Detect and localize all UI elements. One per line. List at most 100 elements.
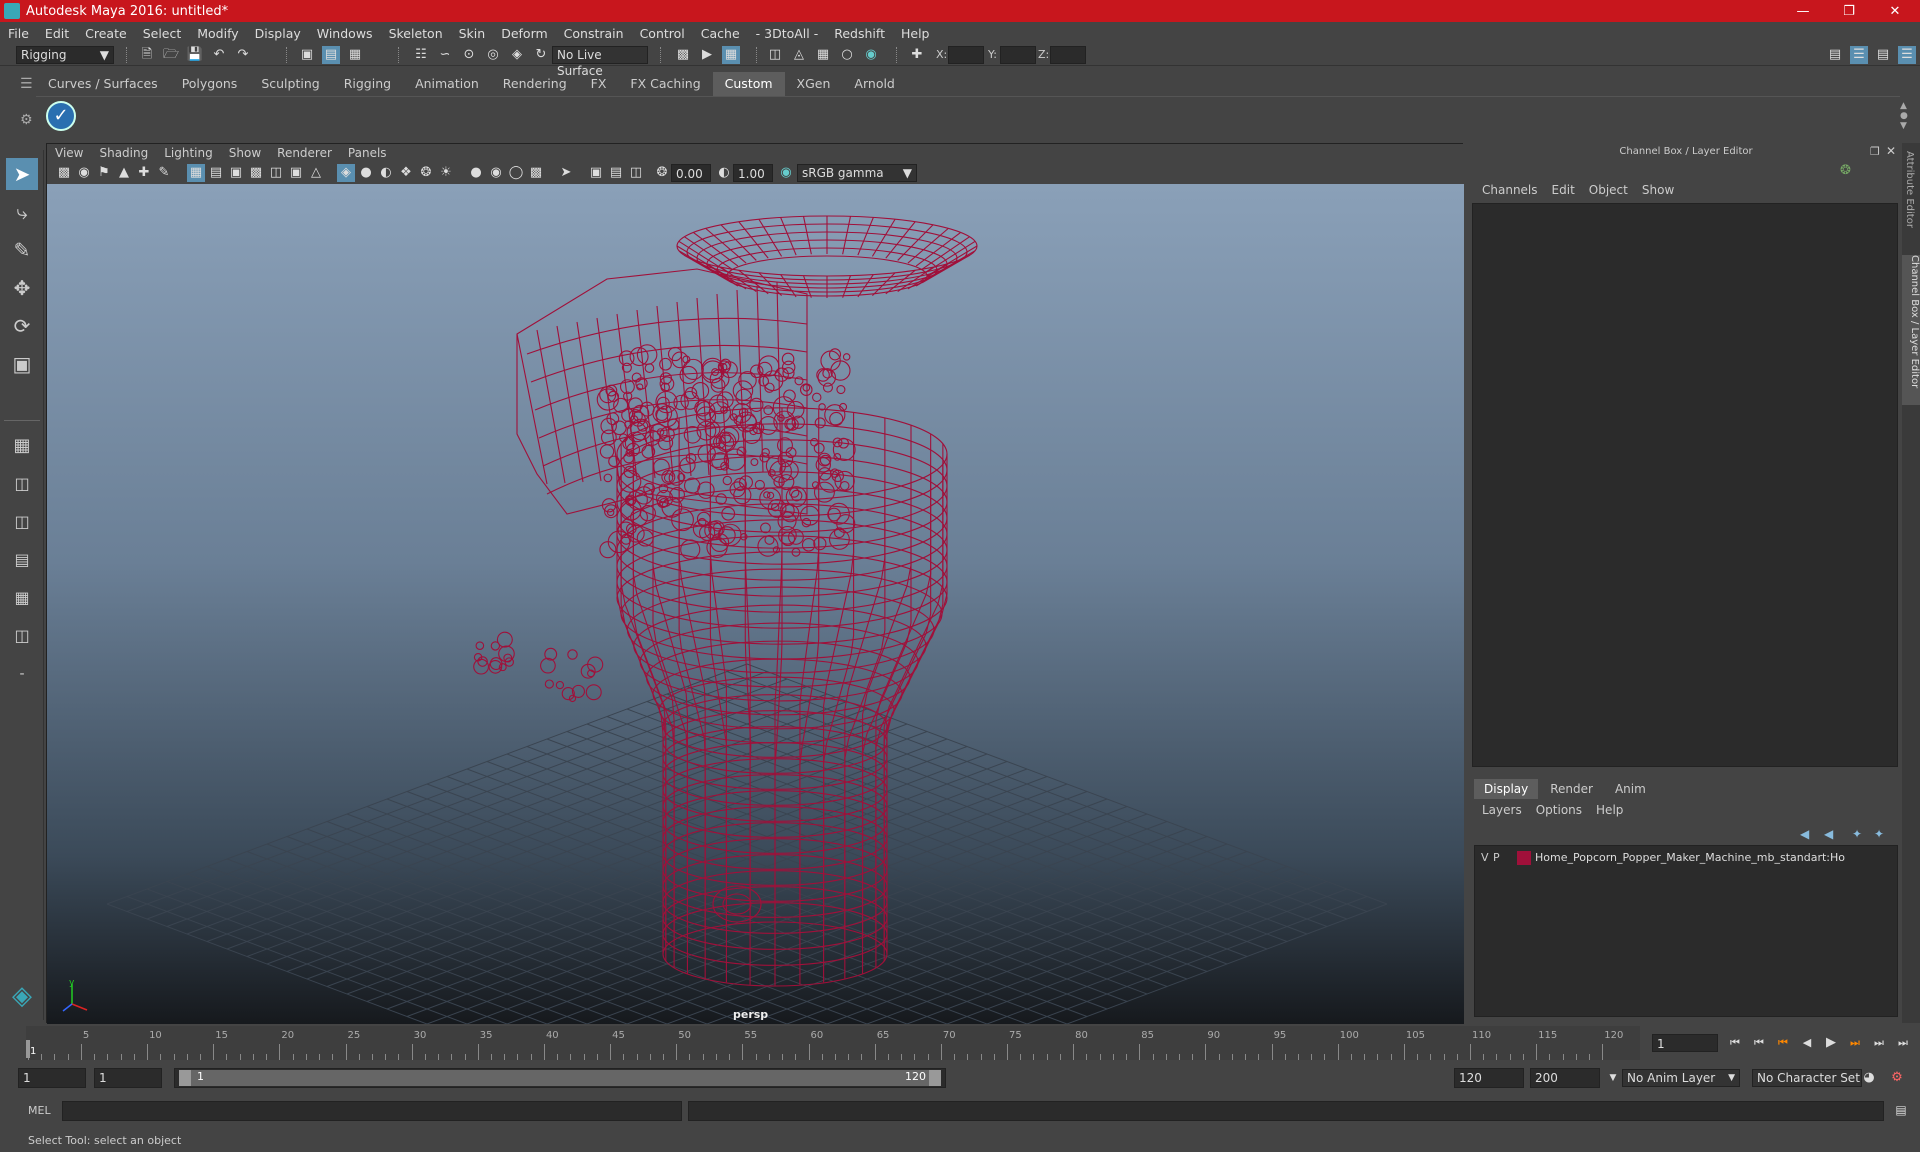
script-editor-icon[interactable]: ▤ [1892, 1101, 1910, 1119]
two-pane-layout-icon[interactable]: ◫ [6, 506, 38, 538]
shelf-tab-polygons[interactable]: Polygons [170, 72, 250, 96]
tool-settings-icon[interactable]: ▤ [1874, 46, 1892, 64]
3d-scene-view[interactable]: y persp [47, 184, 1464, 1145]
x-field[interactable] [948, 46, 984, 64]
layer-visibility-toggle[interactable]: V [1481, 848, 1489, 868]
menu-redshift[interactable]: Redshift [826, 26, 893, 41]
attribute-editor-tab[interactable]: Attribute Editor [1904, 151, 1915, 228]
lasso-tool-icon[interactable]: ⤷ [6, 196, 38, 228]
current-time-field[interactable]: 1 [1652, 1034, 1718, 1052]
menu-skeleton[interactable]: Skeleton [381, 26, 451, 41]
outliner-layout-icon[interactable]: ▤ [6, 544, 38, 576]
snap-surface-icon[interactable]: ◈ [508, 46, 526, 64]
menu-windows[interactable]: Windows [309, 26, 381, 41]
bookmark-icon[interactable]: ⚑ [95, 164, 113, 182]
menu-deform[interactable]: Deform [493, 26, 555, 41]
menu-set-dropdown[interactable]: Rigging ▼ [16, 46, 114, 64]
render-frame-icon[interactable]: ◫ [766, 46, 784, 64]
z-field[interactable] [1050, 46, 1086, 64]
four-pane-layout-icon[interactable]: ◫ [6, 468, 38, 500]
play-forwards-icon[interactable]: ▶ [1822, 1034, 1840, 1052]
shelf-tab-rendering[interactable]: Rendering [491, 72, 579, 96]
end-time-field[interactable]: 200 [1530, 1068, 1600, 1088]
time-ruler[interactable]: 5 10 15 20 25 30 35 40 45 50 55 60 65 70 75 80 85 90 95 100… [26, 1026, 1640, 1060]
screen-space-ao-icon[interactable]: ● [467, 164, 485, 182]
popcorn-machine-wireframe[interactable] [473, 215, 978, 987]
attribute-editor-toggle-icon[interactable]: ☰ [1850, 46, 1868, 64]
layer-playback-toggle[interactable]: P [1493, 848, 1500, 868]
menu-modify[interactable]: Modify [189, 26, 246, 41]
minimize-icon[interactable]: — [1780, 0, 1826, 22]
menu-cache[interactable]: Cache [693, 26, 748, 41]
output-ops-icon[interactable]: ▶ [698, 46, 716, 64]
redo-icon[interactable]: ↷ [234, 46, 252, 64]
shelf-tab-sculpting[interactable]: Sculpting [249, 72, 331, 96]
menu-select[interactable]: Select [135, 26, 190, 41]
command-input[interactable] [62, 1101, 682, 1121]
snap-rotate-icon[interactable]: ↻ [532, 46, 550, 64]
viewport-menu-renderer[interactable]: Renderer [269, 146, 340, 160]
new-layer-selected-icon[interactable]: ✦ [1874, 827, 1884, 841]
smooth-shade-icon[interactable]: ● [357, 164, 375, 182]
range-start-grip[interactable] [179, 1070, 191, 1086]
field-chart-icon[interactable]: ◫ [267, 164, 285, 182]
snap-curve-icon[interactable]: ∽ [436, 46, 454, 64]
viewport-menu-lighting[interactable]: Lighting [156, 146, 221, 160]
more-layouts-icon[interactable]: - [6, 658, 38, 690]
resolution-gate-icon[interactable]: ▣ [227, 164, 245, 182]
layer-help-menu[interactable]: Help [1596, 803, 1623, 817]
animation-preferences-icon[interactable]: ⚙ [1888, 1069, 1906, 1087]
save-scene-icon[interactable]: 💾 [186, 46, 204, 64]
shelf-tab-curves-surfaces[interactable]: Curves / Surfaces [36, 72, 170, 96]
move-tool-icon[interactable]: ✥ [6, 272, 38, 304]
rotate-tool-icon[interactable]: ⟳ [6, 310, 38, 342]
shelf-menu-icon[interactable]: ☰ [20, 76, 33, 92]
gamma-field[interactable]: 1.00 [733, 164, 773, 182]
shelf-tab-rigging[interactable]: Rigging [332, 72, 403, 96]
move-layer-down-icon[interactable]: ◀ [1824, 827, 1833, 841]
hypershade-icon[interactable]: ○ [838, 46, 856, 64]
anim-layer-dropdown[interactable]: No Anim Layer ▼ [1622, 1069, 1740, 1087]
anim-layer-chevron-icon[interactable]: ▼ [1604, 1069, 1622, 1087]
auto-key-icon[interactable]: ◕ [1860, 1069, 1878, 1087]
cb-show-menu[interactable]: Show [1642, 183, 1674, 197]
shelf-settings-icon[interactable]: ⚙ [20, 112, 33, 128]
hypershade-layout-icon[interactable]: ◫ [6, 620, 38, 652]
channel-list[interactable] [1472, 203, 1898, 767]
select-object-icon[interactable]: ▤ [322, 46, 340, 64]
viewport-menu-show[interactable]: Show [221, 146, 269, 160]
open-scene-icon[interactable]: 🗁 [162, 46, 180, 64]
color-management-icon[interactable]: ◉ [777, 164, 795, 182]
step-forward-key-icon[interactable]: ⏭ [1846, 1034, 1864, 1052]
xray-components-icon[interactable]: ◫ [627, 164, 645, 182]
menu-help[interactable]: Help [893, 26, 938, 41]
checkmark-shelf-icon[interactable]: ✓ [46, 101, 76, 131]
step-back-key-icon[interactable]: ⏮ [1774, 1034, 1792, 1052]
close-panel-icon[interactable]: ✕ [1886, 144, 1896, 158]
graph-layout-icon[interactable]: ▦ [6, 582, 38, 614]
layer-color-swatch[interactable] [1517, 851, 1531, 865]
menu-file[interactable]: File [0, 26, 37, 41]
viewport-menu-panels[interactable]: Panels [340, 146, 395, 160]
new-empty-layer-icon[interactable]: ✦ [1852, 827, 1862, 841]
grid-toggle-icon[interactable]: ▦ [187, 164, 205, 182]
cb-edit-menu[interactable]: Edit [1552, 183, 1575, 197]
layer-options-menu[interactable]: Options [1536, 803, 1582, 817]
camera-attributes-icon[interactable]: ◉ [75, 164, 93, 182]
range-handle[interactable] [179, 1070, 941, 1086]
snap-point-icon[interactable]: ⊙ [460, 46, 478, 64]
shelf-tab-fx-caching[interactable]: FX Caching [618, 72, 712, 96]
menu-edit[interactable]: Edit [37, 26, 77, 41]
character-set-dropdown[interactable]: No Character Set [1752, 1069, 1862, 1087]
ipr-render-icon[interactable]: ◬ [790, 46, 808, 64]
go-to-start-icon[interactable]: ⏮ [1726, 1034, 1744, 1052]
shelf-scroll-icon[interactable]: ▲ ● ▼ [1900, 101, 1908, 131]
snap-grid-icon[interactable]: ☷ [412, 46, 430, 64]
undo-icon[interactable]: ↶ [210, 46, 228, 64]
use-all-lights-icon[interactable]: ❂ [417, 164, 435, 182]
safe-title-icon[interactable]: △ [307, 164, 325, 182]
layers-menu[interactable]: Layers [1482, 803, 1522, 817]
depth-of-field-icon[interactable]: ▩ [527, 164, 545, 182]
motion-blur-icon[interactable]: ◉ [487, 164, 505, 182]
snap-view-icon[interactable]: ◎ [484, 46, 502, 64]
